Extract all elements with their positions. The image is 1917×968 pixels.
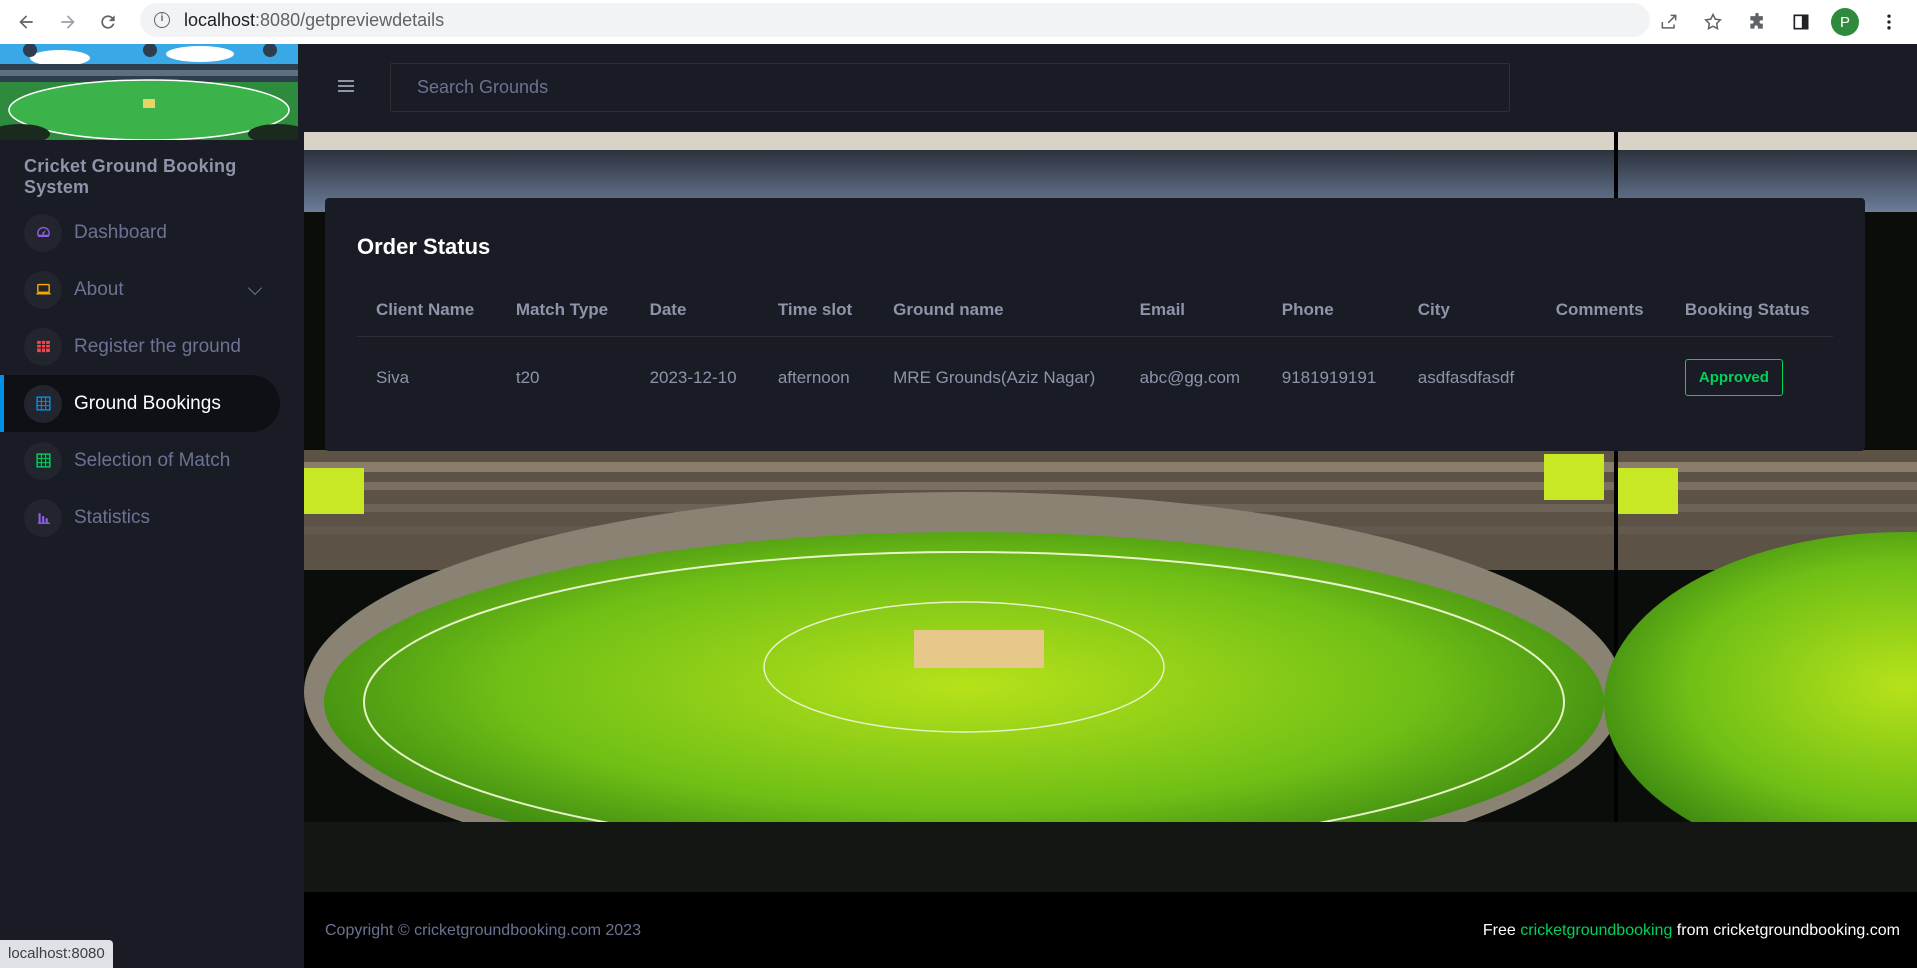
puzzle-icon bbox=[1750, 12, 1763, 29]
browser-actions: P bbox=[1649, 4, 1909, 40]
phone-cell: 9181919191 bbox=[1281, 367, 1377, 387]
sidebar-item-about[interactable]: About bbox=[0, 261, 304, 318]
column-header: Match Type bbox=[496, 286, 631, 337]
footer-free-prefix: Free bbox=[1482, 922, 1521, 939]
profile-avatar: P bbox=[1831, 8, 1859, 36]
browser-toolbar: i localhost:8080/getpreviewdetails P bbox=[0, 0, 1917, 44]
side-panel-icon bbox=[1793, 14, 1809, 30]
chart-bar-icon bbox=[24, 498, 62, 537]
table-header-row: Client Name Match Type Date Time slot Gr… bbox=[357, 286, 1833, 337]
sidebar-item-label: Dashboard bbox=[74, 221, 167, 243]
url-host: localhost bbox=[184, 9, 256, 30]
address-url[interactable]: localhost:8080/getpreviewdetails bbox=[184, 10, 444, 31]
more-vert-icon bbox=[1887, 14, 1891, 30]
ground-name-cell: MRE Grounds(Aziz Nagar) bbox=[893, 367, 1096, 387]
url-path: :8080/getpreviewdetails bbox=[255, 9, 445, 30]
column-header: City bbox=[1398, 286, 1537, 337]
card-title: Order Status bbox=[357, 234, 491, 259]
footer-copyright: Copyright © cricketgroundbooking.com 202… bbox=[325, 922, 641, 939]
address-bar[interactable]: i localhost:8080/getpreviewdetails bbox=[140, 3, 1650, 37]
date-cell: 2023-12-10 bbox=[649, 367, 737, 387]
footer-credit: Free cricketgroundbooking from cricketgr… bbox=[1483, 922, 1900, 940]
sidebar: Cricket Ground Booking System Dashboard … bbox=[0, 44, 304, 968]
client-name-cell: Siva bbox=[376, 367, 410, 387]
sidebar-item-label: About bbox=[74, 278, 124, 300]
sidebar-menu: Dashboard About Register the ground Grou… bbox=[0, 204, 304, 546]
comments-cell bbox=[1537, 337, 1666, 417]
browser-status-url: localhost:8080 bbox=[0, 940, 113, 968]
footer-free-link[interactable]: cricketgroundbooking bbox=[1520, 922, 1672, 939]
column-header: Client Name bbox=[357, 286, 497, 337]
order-status-card: Order Status Client Name Match Type Date… bbox=[325, 198, 1865, 451]
site-info-icon[interactable]: i bbox=[154, 12, 170, 28]
table-row: Siva t20 2023-12-10 afternoon MRE Ground… bbox=[357, 337, 1833, 417]
table-icon bbox=[24, 327, 62, 366]
reload-icon bbox=[101, 15, 115, 29]
footer: Copyright © cricketgroundbooking.com 202… bbox=[304, 892, 1917, 968]
sidebar-item-label: Register the ground bbox=[74, 335, 241, 357]
arrow-right-icon bbox=[61, 15, 75, 29]
sidebar-item-ground-bookings[interactable]: Ground Bookings bbox=[0, 375, 280, 432]
sidebar-item-statistics[interactable]: Statistics bbox=[0, 489, 304, 546]
city-cell: asdfasdfasdf bbox=[1417, 367, 1515, 387]
grid-icon bbox=[24, 441, 62, 480]
column-header: Comments bbox=[1536, 286, 1666, 337]
star-icon bbox=[1704, 12, 1722, 30]
email-cell: abc@gg.com bbox=[1139, 367, 1241, 387]
order-status-table: Client Name Match Type Date Time slot Gr… bbox=[357, 286, 1833, 416]
back-button[interactable] bbox=[6, 4, 46, 40]
main-content: Order Status Client Name Match Type Date… bbox=[304, 132, 1917, 892]
match-type-cell: t20 bbox=[515, 367, 540, 387]
sidebar-item-label: Statistics bbox=[74, 506, 151, 528]
sidebar-item-label: Selection of Match bbox=[74, 449, 231, 471]
chevron-down-icon[interactable] bbox=[247, 280, 263, 296]
arrow-left-icon bbox=[19, 15, 33, 29]
forward-button[interactable] bbox=[48, 4, 88, 40]
column-header: Phone bbox=[1262, 286, 1399, 337]
speedometer-icon bbox=[24, 213, 62, 252]
column-header: Ground name bbox=[874, 286, 1121, 337]
sidebar-item-label: Ground Bookings bbox=[74, 392, 221, 414]
time-slot-cell: afternoon bbox=[777, 367, 850, 387]
share-icon bbox=[1661, 14, 1677, 29]
profile-button[interactable]: P bbox=[1825, 4, 1865, 40]
stadium-logo-image bbox=[0, 44, 298, 140]
booking-status-cell: Approved bbox=[1666, 337, 1833, 417]
bookmark-button[interactable] bbox=[1693, 4, 1733, 40]
column-header: Email bbox=[1120, 286, 1263, 337]
grid-icon bbox=[24, 384, 62, 423]
extensions-button[interactable] bbox=[1737, 4, 1777, 40]
laptop-icon bbox=[24, 270, 62, 309]
sidebar-item-register-ground[interactable]: Register the ground bbox=[0, 318, 304, 375]
footer-free-suffix: from cricketgroundbooking.com bbox=[1672, 922, 1900, 939]
brand-title: Cricket Ground Booking System bbox=[24, 156, 237, 197]
hamburger-menu-icon[interactable] bbox=[338, 80, 354, 92]
reload-button[interactable] bbox=[88, 4, 128, 40]
sidebar-item-selection-of-match[interactable]: Selection of Match bbox=[0, 432, 304, 489]
brand-logo[interactable] bbox=[0, 44, 298, 140]
sidebar-item-dashboard[interactable]: Dashboard bbox=[0, 204, 304, 261]
menu-button[interactable] bbox=[1869, 4, 1909, 40]
column-header: Time slot bbox=[758, 286, 875, 337]
status-badge: Approved bbox=[1684, 359, 1783, 396]
side-panel-button[interactable] bbox=[1781, 4, 1821, 40]
column-header: Date bbox=[630, 286, 759, 337]
search-input[interactable]: Search Grounds bbox=[390, 63, 1510, 112]
column-header: Booking Status bbox=[1665, 286, 1833, 337]
share-button[interactable] bbox=[1649, 4, 1689, 40]
